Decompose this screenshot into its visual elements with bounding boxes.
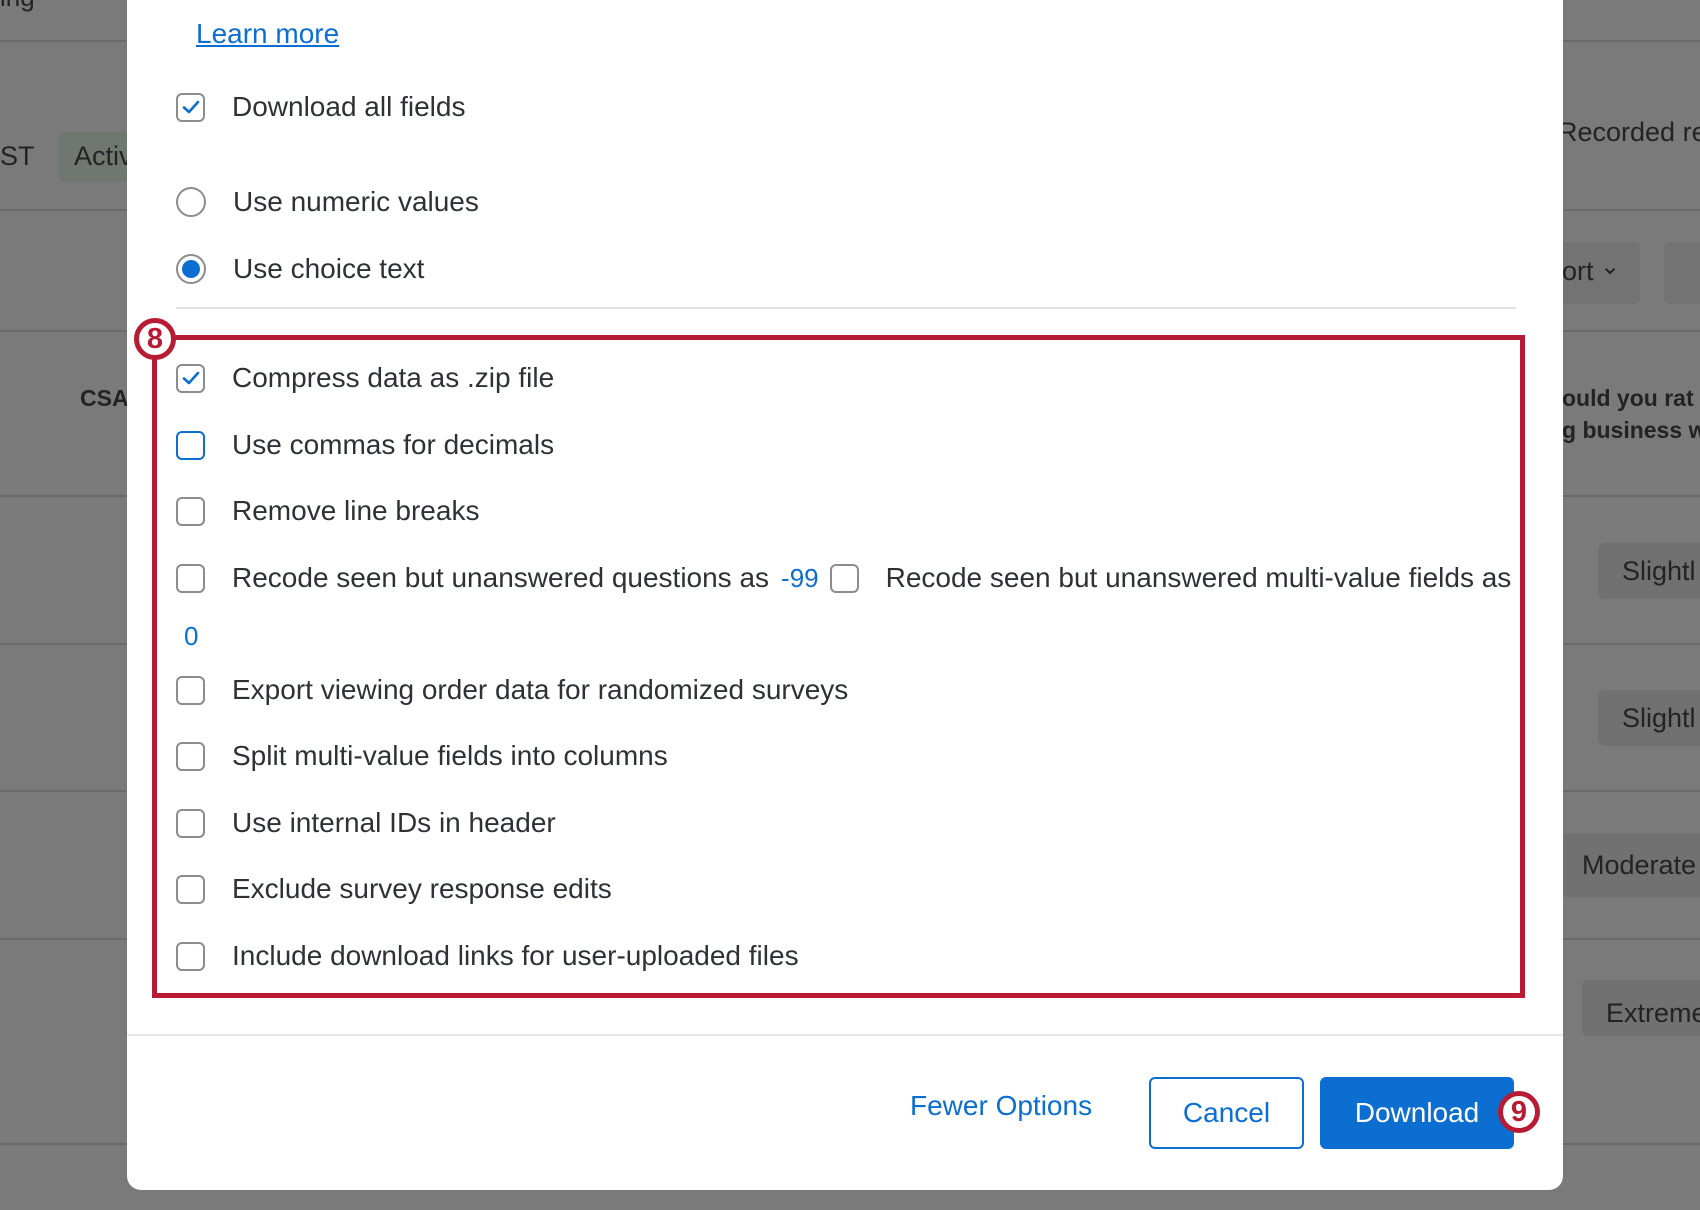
bg-answer: Slightl xyxy=(1622,703,1696,733)
use-choice-text-label: Use choice text xyxy=(233,253,425,284)
use-choice-text-radio[interactable] xyxy=(176,254,206,284)
download-all-fields-checkbox[interactable] xyxy=(176,92,205,122)
radio-selected-dot xyxy=(182,260,200,278)
bg-fragment-top: ing xyxy=(0,0,35,13)
download-button[interactable]: Download xyxy=(1320,1077,1514,1149)
footer-divider xyxy=(127,1034,1563,1036)
bg-answer: Extreme xyxy=(1606,998,1700,1028)
download-all-fields-option[interactable]: Download all fields xyxy=(176,87,465,127)
bg-column-header: CSA xyxy=(80,385,129,411)
learn-more-link[interactable]: Learn more xyxy=(196,18,339,50)
bg-recorded-header: Recorded re xyxy=(1558,117,1700,147)
bg-answer: Slightl xyxy=(1622,556,1696,586)
fewer-options-button[interactable]: Fewer Options xyxy=(910,1090,1092,1122)
chevron-down-icon: ⌄ xyxy=(1600,253,1621,280)
download-all-fields-label: Download all fields xyxy=(232,91,466,122)
cancel-button[interactable]: Cancel xyxy=(1149,1077,1304,1149)
use-numeric-values-label: Use numeric values xyxy=(233,186,479,217)
highlight-box xyxy=(152,335,1525,998)
bg-answer: Moderate xyxy=(1582,850,1697,880)
use-numeric-values-radio[interactable] xyxy=(176,187,206,217)
bg-question-line1: ould you rat xyxy=(1562,385,1694,411)
step-9-marker: 9 xyxy=(1498,1091,1540,1133)
use-choice-text-option[interactable]: Use choice text xyxy=(176,249,424,289)
bg-status-chip-label: Activ xyxy=(74,141,133,171)
section-divider xyxy=(176,307,1516,309)
bg-question-line2: g business w xyxy=(1562,417,1700,443)
use-numeric-values-option[interactable]: Use numeric values xyxy=(176,182,479,222)
bg-tool-button xyxy=(1664,242,1700,304)
bg-export-label: ort xyxy=(1562,256,1594,286)
bg-tab-fragment: ST xyxy=(0,141,35,171)
step-8-marker: 8 xyxy=(134,318,176,360)
checkmark-icon xyxy=(182,100,199,114)
